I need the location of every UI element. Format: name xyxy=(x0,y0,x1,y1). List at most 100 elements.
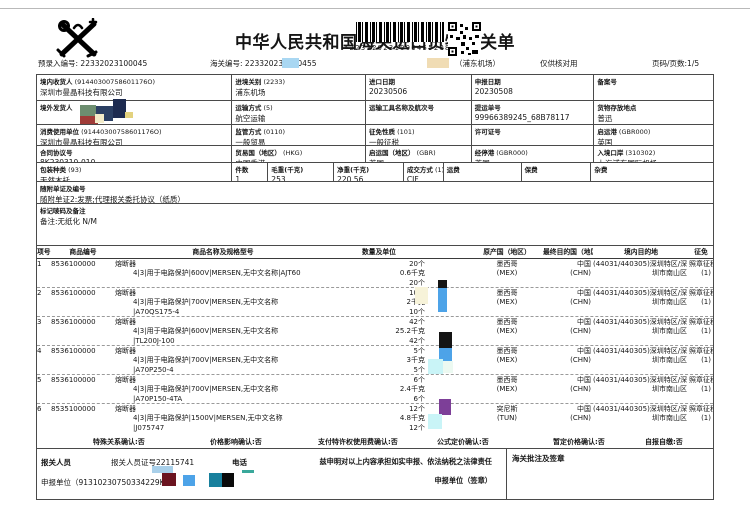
item-name-line: |A70P150-4TA xyxy=(115,395,331,403)
customs-no-label: 海关编号: xyxy=(210,59,243,68)
item-row: 58536100000熔断器4|3|用于电路保护|700V|MERSEN,无中文… xyxy=(37,375,713,404)
item-row: 48536100000熔断器4|3|用于电路保护|700V|MERSEN,无中文… xyxy=(37,346,713,375)
item-tax-code: (1) xyxy=(689,414,711,423)
item-tax: 照章征税 xyxy=(689,376,711,385)
item-origin: 墨西哥(MEX) xyxy=(471,288,543,316)
redaction-block xyxy=(439,399,451,415)
field-label: 标记唛码及备注 xyxy=(40,205,710,215)
field-value: 英国 xyxy=(597,137,710,145)
field-label: 启运港 (GBR000) xyxy=(597,126,710,136)
item-domestic-line: 圳市南山区 xyxy=(593,414,687,423)
item-tax-code: (1) xyxy=(689,385,711,394)
footer-section: 报关人员 报关人员证号22115741 电话 申报单位（913102307503… xyxy=(37,449,713,499)
item-name-line: 熔断器 xyxy=(115,405,331,414)
item-domestic: (44031/440305)深圳特区/深圳市南山区 xyxy=(593,317,689,345)
field-net-weight: 净重(千克)220.56 xyxy=(334,163,404,181)
field-package-type: 包装种类 (93)天然木托 xyxy=(37,163,232,181)
item-origin: 墨西哥(MEX) xyxy=(471,346,543,374)
field-code: (91440300758601176O) xyxy=(79,128,162,136)
items-header-name: 商品名称及规格型号 xyxy=(115,246,331,258)
check-note: 仅供核对用 xyxy=(540,58,578,69)
field-value: 英国 xyxy=(369,158,468,162)
pre-entry-number: 22332023100045 xyxy=(80,59,147,68)
item-name: 熔断器4|3|用于电路保护|600V|MERSEN,无中文名称|TL200J-1… xyxy=(115,317,331,345)
item-name: 熔断器4|3|用于电路保护|700V|MERSEN,无中文名称|A70P150-… xyxy=(115,375,331,403)
field-storage-place: 货物存放地点普迅 xyxy=(594,101,713,124)
item-name-line: 熔断器 xyxy=(115,318,331,327)
item-no: 2 xyxy=(37,288,51,316)
item-dest: 中国(CHN) xyxy=(543,288,593,316)
declare-unit: 申报单位（91310230750334229K） xyxy=(41,477,172,488)
field-value xyxy=(475,137,591,145)
items-header-origin: 原产国（地区） xyxy=(471,246,543,258)
item-origin: 突尼斯 xyxy=(471,405,543,414)
item-domestic-line: (44031/440305)深圳特区/深 xyxy=(593,289,687,298)
item-origin: 墨西哥(MEX) xyxy=(471,375,543,403)
field-value: 普迅 xyxy=(597,113,710,124)
item-dest-code: (CHN) xyxy=(543,327,591,336)
item-qty-line: 42个 xyxy=(331,318,425,327)
field-code: (HKG) xyxy=(281,149,302,157)
item-name: 熔断器4|3|用于电路保护|1500V|MERSEN,无中文名称|J075747 xyxy=(115,404,331,433)
redaction-block xyxy=(438,288,447,312)
field-value: CIF xyxy=(407,175,440,181)
item-domestic-line: (44031/440305)深圳特区/深 xyxy=(593,347,687,356)
field-attached-docs: 随附单证及编号随附单证2:发票;代理报关委托协议（纸质） xyxy=(37,182,713,203)
field-value xyxy=(597,87,710,96)
field-value: 深圳市曼晶科技有限公司 xyxy=(40,87,228,98)
form-row-F: 随附单证及编号随附单证2:发票;代理报关委托协议（纸质） xyxy=(37,182,713,204)
redaction-block xyxy=(125,112,133,118)
item-qty-line: 20个 xyxy=(331,279,425,287)
field-label: 入境口岸 (310302) xyxy=(597,147,710,157)
item-name-line: 熔断器 xyxy=(115,260,331,269)
items-table-header: 项号商品编号商品名称及规格型号数量及单位原产国（地区）最终目的国（地区）境内目的… xyxy=(37,246,713,259)
item-dest-code: (CHN) xyxy=(543,356,591,365)
item-qty-line: 3千克 xyxy=(331,356,425,365)
barcode xyxy=(356,22,444,42)
declaration-statement: 兹申明对以上内容承担如实申报、依法纳税之法律责任 申报单位（签章） xyxy=(242,457,492,495)
item-name-line: 熔断器 xyxy=(115,376,331,385)
page-top-edge xyxy=(0,8,750,9)
redaction-block xyxy=(428,359,443,374)
field-label: 件数 xyxy=(235,164,264,174)
items-header-dest: 最终目的国（地区） xyxy=(543,246,593,258)
item-qty: 10个2千克10个 xyxy=(331,288,427,316)
redaction-block xyxy=(438,280,447,288)
item-no: 1 xyxy=(37,259,51,287)
item-tax: 照章征税(1) xyxy=(689,375,713,403)
item-name-line: 4|3|用于电路保护|700V|MERSEN,无中文名称 xyxy=(115,298,331,307)
item-tax: 照章征税(1) xyxy=(689,404,713,433)
field-value: 上海浦东国际机场 xyxy=(597,158,710,162)
item-origin-code: (MEX) xyxy=(471,356,543,365)
item-origin: 墨西哥 xyxy=(471,376,543,385)
field-label: 净重(千克) xyxy=(337,164,400,174)
form-row-B: 境外发货人 运输方式 (5)航空运输运输工具名称及航次号 提运单号9996638… xyxy=(37,101,713,125)
pre-entry-no-group: 预录入编号: 22332023100045 xyxy=(38,58,147,69)
item-hs: 8536100000 xyxy=(51,317,115,345)
item-domestic-line: (44031/440305)深圳特区/深 xyxy=(593,376,687,385)
item-name-line: |TL200J-100 xyxy=(115,337,331,345)
field-label: 进境关别 (2233) xyxy=(235,76,362,86)
field-pieces: 件数1 xyxy=(232,163,268,181)
item-tax: 照章征税 xyxy=(689,347,711,356)
field-code: (93) xyxy=(66,166,81,174)
item-dest: 中国(CHN) xyxy=(543,375,593,403)
confirmation-1: 价格影响确认:否 xyxy=(210,437,262,447)
field-label: 成交方式 (1) xyxy=(407,164,440,174)
item-qty-line: 10个 xyxy=(331,289,425,298)
item-name-line: 4|3|用于电路保护|700V|MERSEN,无中文名称 xyxy=(115,385,331,394)
item-gap xyxy=(427,288,471,316)
item-qty-line: 25.2千克 xyxy=(331,327,425,336)
field-misc-fees: 杂费 xyxy=(591,163,713,181)
field-supervision-mode: 监管方式 (0110)一般贸易 xyxy=(232,125,366,145)
item-origin: 墨西哥(MEX) xyxy=(471,317,543,345)
field-code: (1) xyxy=(433,166,444,174)
confirmation-row: 特殊关系确认:否价格影响确认:否支付特许权使用费确认:否公式定价确认:否暂定价格… xyxy=(37,433,713,449)
field-value: 备注:无纸化 N/M xyxy=(40,216,710,227)
items-header-qty: 数量及单位 xyxy=(331,246,427,258)
item-row: 18536100000熔断器4|3|用于电路保护|600V|MERSEN,无中文… xyxy=(37,259,713,288)
item-tax-code: (1) xyxy=(689,327,711,336)
declarant-label: 报关人员 xyxy=(41,457,71,468)
form-rows: 境内收货人 (91440300758601176O)深圳市曼晶科技有限公司进境关… xyxy=(37,75,713,246)
field-label: 征免性质 (101) xyxy=(369,126,468,136)
